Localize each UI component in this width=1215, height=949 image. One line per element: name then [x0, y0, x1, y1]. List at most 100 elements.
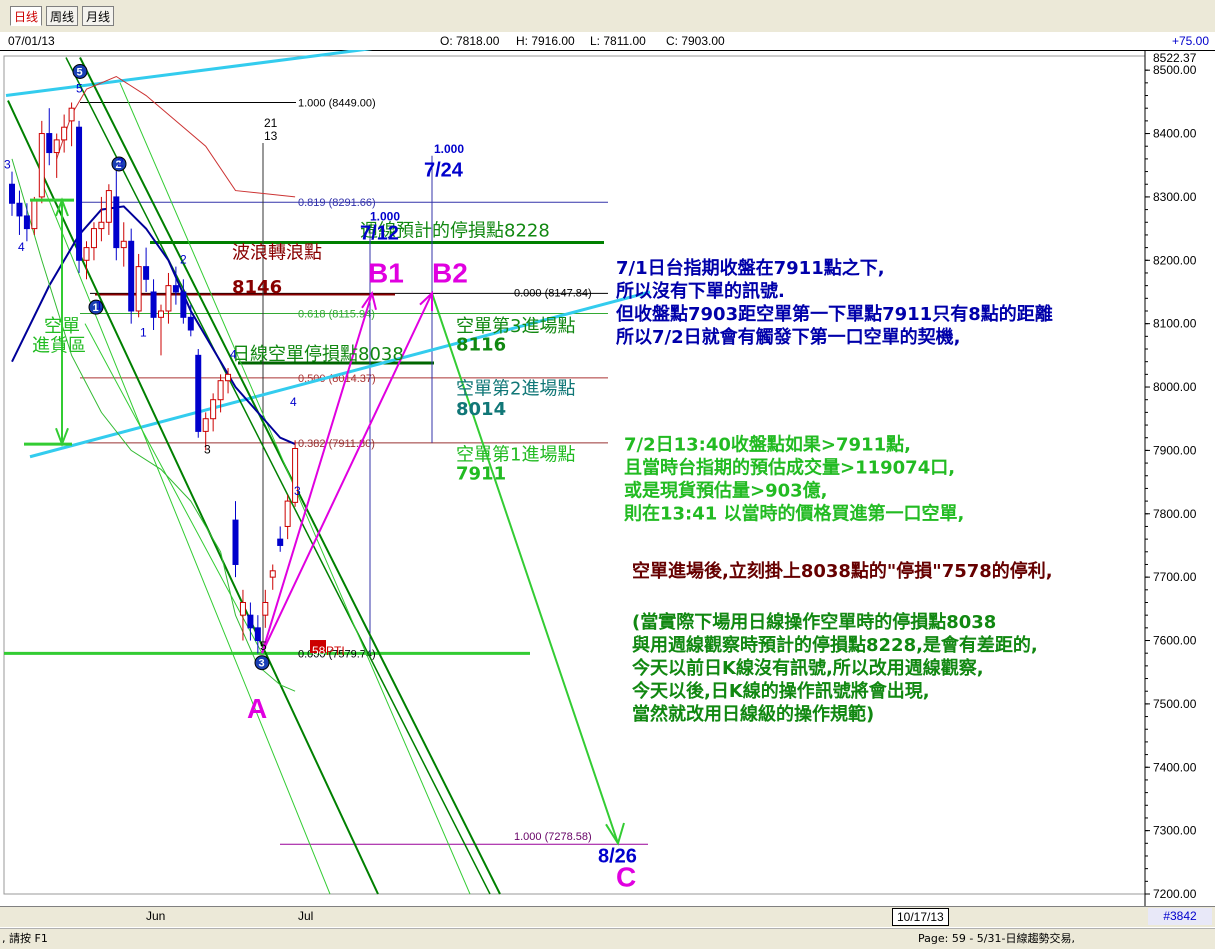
candle-body — [172, 285, 179, 293]
note-dark-line: 空單進場後,立刻掛上8038點的"停損"7578的停利, — [632, 560, 1053, 582]
candle-body — [16, 202, 23, 217]
note-blue-line: 所以沒有下單的訊號. — [616, 280, 785, 302]
x-label-jun: Jun — [146, 909, 166, 923]
open-value: O: 7818.00 — [440, 34, 500, 48]
candle-body — [120, 240, 127, 249]
y-tick-label: 8500.00 — [1153, 63, 1197, 77]
y-tick-label: 8100.00 — [1153, 317, 1197, 331]
wave-label: 5 — [76, 81, 83, 95]
plot-frame — [3, 55, 1146, 895]
y-tick-label: 8200.00 — [1153, 253, 1197, 267]
note-blue-line: 7/1日台指期收盤在7911點之下, — [616, 257, 885, 279]
status-page: Page: 59 - 5/31-日線趨勢交易, — [918, 932, 1075, 945]
status-bar: , 請按 F1 Page: 59 - 5/31-日線趨勢交易, — [0, 928, 1215, 949]
low-value: L: 7811.00 — [590, 34, 646, 48]
candle-body — [239, 601, 246, 616]
pattern-line-b2-c — [431, 292, 619, 844]
candle-body — [98, 221, 105, 230]
wave-label: 1 — [96, 299, 103, 313]
wave-circle-label: 5 — [77, 66, 83, 78]
upper-trend-line — [5, 50, 373, 98]
y-tick-label: 7800.00 — [1153, 507, 1197, 521]
fib-top-label: 0.000 (8147.84) — [514, 287, 592, 299]
candle-body — [269, 570, 276, 578]
moving-average-layer — [11, 75, 296, 692]
y-tick-label: 7400.00 — [1153, 760, 1197, 774]
wave-label: PTI — [326, 644, 345, 658]
note-blue-line: 所以7/2日就會有觸發下第一口空單的契機, — [616, 326, 960, 348]
light-channel-line-3 — [84, 323, 263, 654]
candle-body — [232, 519, 239, 565]
candle-body — [135, 266, 142, 312]
text-layer: 週線預計的停損點8228波浪轉浪點8146日線空單停損點8038空單第3進場點8… — [4, 81, 1053, 892]
y-tick-label: 7700.00 — [1153, 570, 1197, 584]
price-chart: 1.000 (8449.00)0.819 (8291.66)0.618 (811… — [3, 50, 1197, 906]
day-stop-label: 日線空單停損點8038 — [232, 344, 404, 365]
tab-monthly[interactable]: 月线 — [82, 6, 115, 26]
candle-body — [143, 266, 150, 280]
candle-body — [68, 107, 75, 122]
upper-envelope-line — [56, 75, 296, 198]
y-tick-label: 8000.00 — [1153, 380, 1197, 394]
change-value: +75.00 — [1171, 34, 1209, 48]
fib-bottom-label: 1.000 (7278.58) — [514, 831, 592, 843]
note-green2-line: 與用週線觀察時預計的停損點8228,是會有差距的, — [632, 634, 1038, 656]
fib-level-label: 0.819 (8291.66) — [298, 197, 376, 209]
note-green-line: 或是現貨預估量>903億, — [624, 479, 828, 501]
candle-body — [217, 380, 224, 401]
wave-label: 4 — [230, 348, 237, 362]
wave-label: 4 — [290, 395, 297, 409]
wave-turn-value: 8146 — [232, 277, 282, 298]
candle-body — [277, 538, 284, 546]
wave-label: 2 — [117, 156, 124, 170]
ohlc-bar: 07/01/13 O: 7818.00 H: 7916.00 L: 7811.0… — [0, 32, 1215, 51]
y-axis-layer: 8500.00 8400.00 8300.00 8200.00 8100.00 8000.… — [1144, 50, 1197, 906]
note-green2-line: 今天以後,日K線的操作訊號將會出現, — [632, 680, 930, 702]
candle-body — [247, 614, 254, 629]
channel-line-left — [7, 100, 379, 895]
y-tick-label: 7200.00 — [1153, 887, 1197, 901]
time-date-724: 7/24 — [424, 160, 464, 182]
candle-body — [202, 418, 209, 432]
x-axis-bar: Jun Jul 10/17/13 #3842 — [0, 906, 1215, 927]
zone-label-1: 空單 — [44, 316, 80, 337]
candle-body — [23, 215, 30, 230]
candle-body — [9, 183, 15, 204]
time-ratio-724: 1.000 — [434, 142, 464, 156]
wave-label: 5 — [260, 639, 267, 653]
pattern-label-a: A — [247, 693, 267, 724]
note-blue-line: 但收盤點7903距空單第一下單點7911只有8點的距離 — [615, 303, 1053, 325]
time-date-712: 7/12 — [360, 222, 399, 244]
candle-body — [113, 196, 120, 249]
candle-body — [46, 133, 53, 154]
y-tick-label: 7500.00 — [1153, 697, 1197, 711]
wave-label: 3 — [204, 443, 211, 457]
high-value: H: 7916.00 — [516, 34, 575, 48]
candle-body — [83, 247, 90, 261]
candle-body — [31, 199, 38, 230]
entry1-label: 空單第1進場點 — [456, 445, 575, 466]
entry3-value: 8116 — [456, 334, 506, 355]
b2-arrow-head — [419, 290, 433, 311]
candle-body — [187, 316, 194, 331]
candle-body — [165, 285, 172, 312]
y-tick-label: 7300.00 — [1153, 824, 1197, 838]
candle-body — [225, 373, 232, 382]
pattern-label-b2: B2 — [432, 257, 468, 288]
note-green-line: 7/2日13:40收盤點如果>7911點, — [624, 433, 911, 455]
wave-label: 13 — [264, 129, 278, 143]
wave-label: 58 — [312, 644, 326, 658]
note-green2-line: 今天以前日K線沒有訊號,所以改用週線觀察, — [632, 657, 984, 679]
candle-body — [150, 291, 157, 318]
tab-weekly[interactable]: 周线 — [46, 6, 79, 26]
y-tick-label: 7900.00 — [1153, 443, 1197, 457]
grid-layer — [3, 55, 1146, 895]
entry1-value: 7911 — [456, 464, 506, 485]
entry2-value: 8014 — [456, 399, 506, 420]
tab-daily[interactable]: 日线 — [10, 6, 43, 26]
top-toolbar: 日线 周线 月线 — [0, 0, 1215, 33]
wave-label: 3 — [294, 484, 301, 498]
time-ratio-712: 1.000 — [370, 209, 400, 223]
time-date-826: 8/26 — [598, 845, 637, 867]
light-channel-line-2 — [39, 177, 331, 895]
